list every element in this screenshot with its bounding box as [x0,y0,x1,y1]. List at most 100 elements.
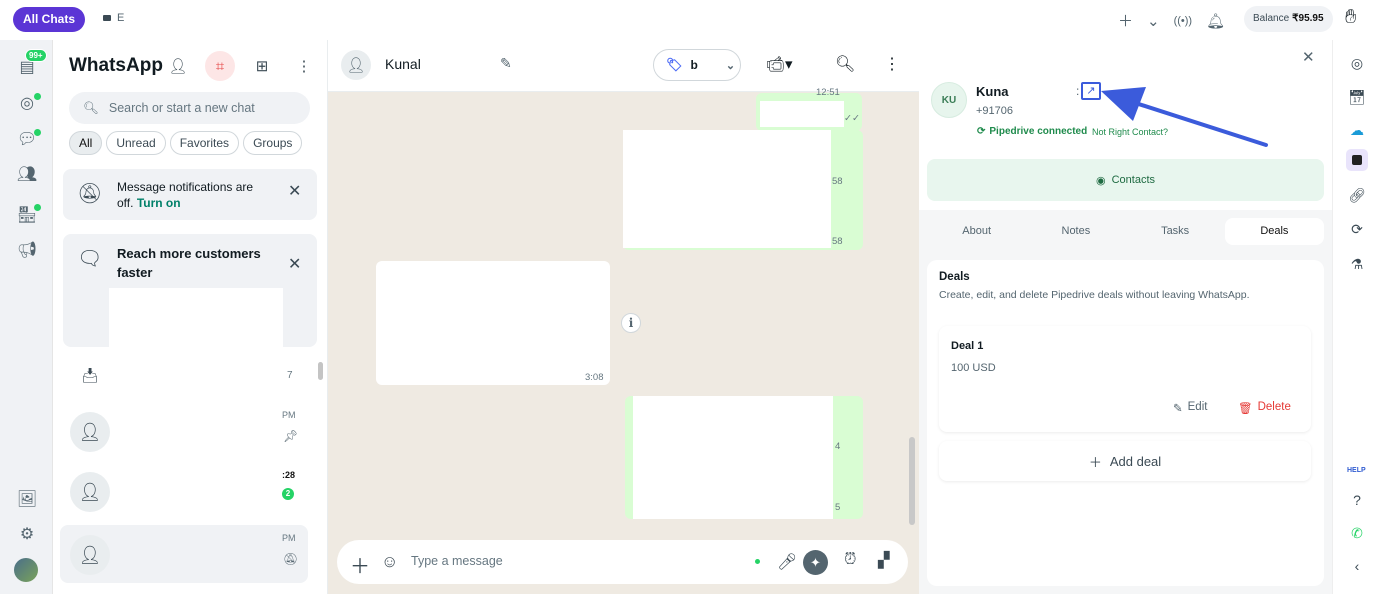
unread-count: 2 [282,488,294,500]
chevron-down-icon[interactable]: ⌄ [1147,12,1160,30]
tab-tasks[interactable]: Tasks [1126,218,1225,245]
edit-icon[interactable]: ✎ [500,55,512,72]
status-dot [34,93,41,100]
link-icon[interactable]: 🔗︎ [1346,184,1368,206]
media-icon[interactable]: 🖼︎ [14,486,40,512]
pipedrive-panel: ✕ KU Kuna : ↗ +91706 ⟳ Pipedrive connecte… [919,40,1332,594]
pipedrive-status: ⟳ Pipedrive connected [977,126,1088,137]
bell-icon[interactable]: 🔔︎ [1206,12,1225,30]
message-bubble-out[interactable]: 4 5 [625,396,863,519]
broadcast-icon[interactable]: ((•)) [1174,15,1193,27]
user-circle-icon: ◉ [1095,174,1106,187]
bell-off-icon: 🔕︎ [77,183,103,205]
panel-tabs: About Notes Tasks Deals [927,218,1324,245]
wave-hand-icon[interactable]: ✋︎ [1345,6,1356,29]
info-icon[interactable]: i [621,313,641,333]
turn-on-link[interactable]: Turn on [137,196,181,210]
menu-icon[interactable]: ⋮ [884,54,900,74]
communities-icon[interactable]: 👥︎ [14,161,40,187]
search-input[interactable]: 🔍︎ Search or start a new chat [69,92,310,124]
contact-phone: +91706 [976,105,1014,117]
all-chats-tab[interactable]: All Chats [13,7,86,32]
ai-sparkle-icon[interactable]: ✦ [803,550,828,575]
sync-icon[interactable]: ⟳ [1346,218,1368,240]
filter-unread[interactable]: Unread [106,131,166,155]
sync-icon: ⟳ [977,126,986,137]
trash-icon: 🗑︎ [1238,403,1253,415]
channels-dot [34,129,41,136]
external-link-icon[interactable]: ↗ [1081,82,1101,100]
redacted-content [623,130,831,248]
tab-e[interactable]: E [103,12,124,24]
not-right-contact-link[interactable]: Not Right Contact? [1092,127,1168,137]
whatsapp-icon[interactable]: ✆ [1346,522,1368,544]
settings-icon[interactable]: ⚙ [14,521,40,547]
chat-row[interactable]: 👤︎ PM 📌︎ [60,402,308,460]
unread-badge: 99+ [25,49,47,62]
reach-customers-banner: 🗨︎ Reach more customers faster ✕ [63,234,317,347]
new-chat-icon[interactable]: ⊞ [247,51,277,81]
chat-list-panel: WhatsApp 👤︎ ⌗ ⊞ ⋮ 🔍︎ Search or start a n… [53,40,328,594]
attach-plus-icon[interactable]: ＋ [350,550,370,579]
conversation-scrollbar[interactable] [909,95,915,525]
profile-avatar[interactable] [14,558,38,582]
chat-row[interactable]: 👤︎ :28 2 [60,462,308,520]
filter-favorites[interactable]: Favorites [169,131,240,155]
scrollbar[interactable] [318,362,323,380]
filter-all[interactable]: All [69,131,103,155]
chat-bubble-icon: 🗨︎ [77,248,103,270]
message-input[interactable]: Type a message [411,554,503,568]
message-composer: ＋ ☺ Type a message 🎤︎ ✦ ⏰︎ ▞ [337,540,908,584]
search-icon[interactable]: 🔍︎ [835,54,855,74]
right-rail: ◎ 📅︎ ☁ 🔗︎ ⟳ ⚗ HELP ? ✆ ‹ [1332,40,1380,594]
schedule-icon[interactable]: ⏰︎ [844,551,856,569]
delete-deal-button[interactable]: 🗑︎ Delete [1238,401,1291,415]
close-icon[interactable]: ✕ [1302,48,1315,66]
tab-deals[interactable]: Deals [1224,218,1324,245]
conversation-header: 👤︎ Kunal ✎ 🏷︎ b ⌄ 📹︎▾ 🔍︎ ⋮ [328,40,919,92]
help-icon[interactable]: ? [1346,489,1368,511]
redacted-content [760,101,844,127]
contact-avatar[interactable]: 👤︎ [341,50,371,80]
chevron-left-icon[interactable]: ‹ [1346,555,1368,577]
tab-notes[interactable]: Notes [1026,218,1125,245]
chat-row[interactable]: 👤︎ PM 🔕︎ [60,525,308,583]
menu-icon[interactable]: ⋮ [289,51,319,81]
label-select[interactable]: 🏷︎ b ⌄ [653,49,741,81]
avatar: 👤︎ [70,535,110,575]
user-circle-icon[interactable]: ◎ [1346,52,1368,74]
pipedrive-icon[interactable] [1346,149,1368,171]
scan-icon[interactable]: ⌗ [205,51,235,81]
plus-icon[interactable]: ＋ [1118,10,1133,31]
filter-groups[interactable]: Groups [243,131,303,155]
top-icons: ＋ ⌄ ((•)) 🔔︎ [1118,10,1225,31]
archived-count: 7 [287,370,293,381]
pin-icon: 📌︎ [283,429,299,443]
message-bubble-in[interactable]: 3:08 [376,261,610,385]
close-icon[interactable]: ✕ [288,181,301,201]
deal-value: 100 USD [951,362,996,374]
contact-icon[interactable]: 👤︎ [163,51,193,81]
salesforce-icon[interactable]: ☁ [1346,119,1368,141]
contacts-button[interactable]: ◉ Contacts [927,159,1324,201]
add-deal-button[interactable]: ＋ Add deal [939,441,1311,481]
templates-icon[interactable]: ▞ [878,551,890,569]
message-bubble-out[interactable]: 58 58 [623,130,863,250]
balance-pill[interactable]: Balance ₹95.95 [1244,6,1333,32]
tab-about[interactable]: About [927,218,1026,245]
scroll-thumb[interactable] [909,437,915,525]
archive-icon[interactable]: 📥︎ [81,367,99,384]
flask-icon[interactable]: ⚗ [1346,253,1368,275]
deals-heading: Deals [939,271,970,283]
message-bubble-out[interactable]: 12:51 ✓✓ [756,87,862,131]
mic-icon[interactable]: 🎤︎ [777,552,797,572]
video-call-icon[interactable]: 📹︎▾ [766,55,793,73]
close-icon[interactable]: ✕ [288,254,301,274]
deal-item: Deal 1 100 USD ✎ Edit 🗑︎ Delete [939,326,1311,432]
contact-name[interactable]: Kunal [385,56,421,72]
calendar-icon[interactable]: 📅︎ [1346,86,1368,108]
read-ticks-icon: ✓✓ [844,113,860,124]
megaphone-icon[interactable]: 📢︎ [14,237,40,263]
emoji-icon[interactable]: ☺ [381,552,398,572]
edit-deal-button[interactable]: ✎ Edit [1173,401,1207,415]
